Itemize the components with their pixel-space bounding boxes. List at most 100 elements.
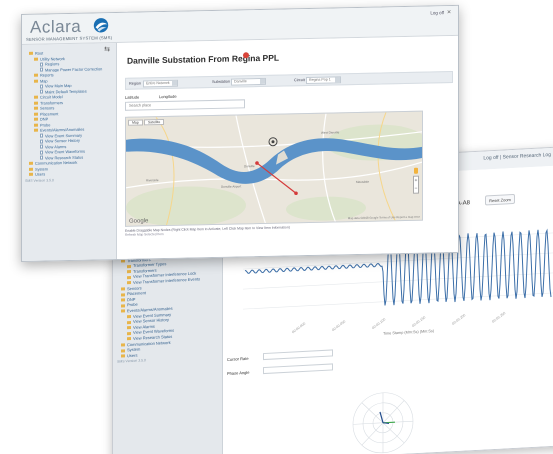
map-window: Aclara SENSOR MANAGEMENT SYSTEM (SMS) Lo… [21,4,459,263]
tree-item-label: Manage Power Factor Correction [45,65,103,72]
tree-item-label: Regions [45,61,60,67]
pegman-icon[interactable] [414,167,418,174]
page-icon [40,139,43,144]
place-search-input[interactable]: Search place [125,99,245,111]
substation-select[interactable]: Danville [231,77,266,86]
refresh-map-link[interactable]: Refresh Map Selected Item [125,232,164,237]
map-canvas[interactable]: West Danville Danville Riverside Danvill… [126,111,423,227]
svg-text:Danville: Danville [244,164,255,168]
folder-icon [127,320,131,324]
google-logo: Google [129,218,149,225]
tree-item-label: System [35,165,48,172]
tree-item-label: Users [127,352,138,358]
tree-item-label: Sensors [40,105,55,111]
longitude-label: Longitude [159,93,177,100]
svg-text:West Danville: West Danville [321,130,340,134]
svg-text:00:00.050: 00:00.050 [331,319,346,332]
tree-item-label: Users [35,171,46,177]
svg-text:00:00.200: 00:00.200 [451,313,466,326]
folder-icon [34,101,38,105]
folder-icon [127,264,131,268]
folder-icon [34,118,38,122]
tree-item-label: Reports [40,72,54,78]
tree-item-label: Communication Network [35,159,78,166]
page-title: Danville Substation From Regina PPL [127,52,280,66]
page-icon [40,68,43,73]
reset-zoom-button[interactable]: Reset Zoom [485,193,515,206]
map-view[interactable]: West Danville Danville Riverside Danvill… [125,110,423,227]
folder-icon [121,343,125,347]
zoom-in-icon[interactable]: + [414,177,418,185]
folder-icon [127,281,131,285]
folder-icon [121,348,125,353]
aclara-logo-icon [93,18,109,33]
tab-map[interactable]: Map [128,119,143,126]
folder-icon [127,270,131,274]
screenshot-stage: Log off | Sensor Research Log Circuit Mo… [0,0,553,454]
circuit-label: Circuit [294,78,305,83]
svg-text:00:00.000: 00:00.000 [291,322,306,335]
tree-item-label: Root [35,50,44,56]
rear-nav-tree: Circuit ModelTransformersTransformer Typ… [117,247,217,365]
folder-icon [34,57,38,61]
folder-icon [34,74,38,78]
svg-text:00:00.150: 00:00.150 [411,315,426,328]
folder-icon [121,287,125,291]
tree-item-label: Placement [127,290,146,297]
svg-text:Riverside: Riverside [146,178,159,182]
region-label: Region [129,81,142,86]
region-select[interactable]: Entire Network [143,79,178,88]
folder-icon [29,162,33,166]
svg-text:00:00.250: 00:00.250 [491,311,506,324]
circuit-select[interactable]: Regina Pop 1 [306,76,341,85]
tree-item-label: DNP [40,116,49,122]
page-icon [40,145,43,150]
folder-icon [34,112,38,116]
folder-icon [127,337,131,341]
folder-icon [127,331,131,335]
folder-icon [34,129,38,133]
product-name: SENSOR MANAGEMENT SYSTEM (SMS) [26,35,113,42]
tree-item-label: Transformers [40,99,63,106]
folder-icon [127,275,131,280]
tree-item-label: Map [40,77,48,84]
folder-icon [121,298,125,302]
phasor-polar-chart[interactable] [333,382,433,454]
tab-satellite[interactable]: Satellite [143,118,165,126]
substation-label: Substation [212,79,230,84]
map-type-tabs: Map Satellite [128,118,165,126]
folder-icon [34,123,38,127]
close-icon[interactable]: × [447,9,455,17]
folder-icon [29,52,33,56]
page-icon [40,150,43,155]
zoom-control: + − [413,175,419,194]
filter-bar: Region Entire Network Substation Danvill… [125,70,453,90]
page-icon [40,134,43,139]
version-text: SMS Version 3.5.0 [25,177,54,183]
folder-icon [29,173,33,177]
sidebar: ⇆ Root Utility Network Regions Manage Power… [22,42,117,261]
folder-icon [121,304,125,308]
folder-icon [121,309,125,313]
folder-icon [34,96,38,100]
page-icon [40,90,43,95]
rear-topbar-links[interactable]: Log off | Sensor Research Log [483,152,551,162]
chevron-down-icon [260,78,265,84]
folder-icon [29,167,33,171]
folder-icon [127,314,131,319]
main-content: Danville Substation From Regina PPL Regi… [117,35,458,259]
tree-item-label: Probe [40,121,51,128]
folder-icon [127,326,131,330]
zoom-out-icon[interactable]: − [414,185,418,193]
svg-text:Mausdale: Mausdale [356,180,369,184]
tree-item-label: Placement [40,110,59,117]
tree-item-label: Maint Default Templates [45,88,87,94]
folder-icon [34,79,38,83]
page-icon [40,156,43,161]
latitude-label: Latitude [125,94,140,100]
folder-icon [121,354,125,358]
svg-text:Danville Airport: Danville Airport [221,184,241,188]
page-icon [40,84,43,89]
logo-text: Aclara [30,16,82,37]
logoff-link[interactable]: Log off [430,10,444,15]
